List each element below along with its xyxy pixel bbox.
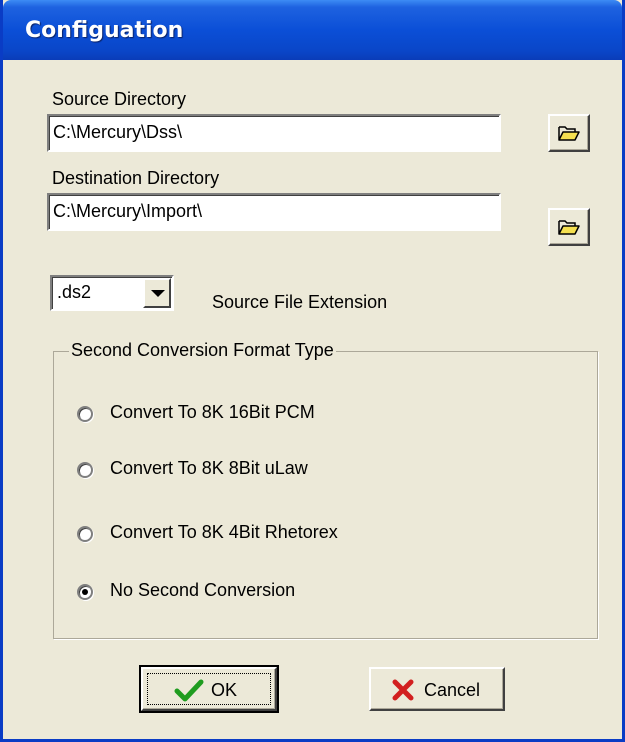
radio-8bit-ulaw[interactable] [77, 462, 93, 478]
extension-selected-value: .ds2 [57, 282, 92, 302]
green-checkmark-icon [174, 679, 204, 702]
radio-16bit-pcm[interactable] [77, 406, 93, 422]
source-directory-input[interactable]: C:\Mercury\Dss\ [47, 114, 501, 152]
ok-button-label: OK [211, 680, 238, 700]
chevron-down-icon[interactable] [143, 278, 171, 308]
radio-label-no-second-conversion[interactable]: No Second Conversion [110, 580, 295, 601]
source-browse-button[interactable] [548, 114, 590, 152]
destination-browse-button[interactable] [548, 208, 590, 246]
open-folder-icon [558, 126, 580, 141]
extension-dropdown[interactable]: .ds2 [50, 275, 174, 311]
title-bar[interactable]: Configuation [3, 0, 622, 60]
destination-directory-label: Destination Directory [52, 168, 220, 188]
ok-button[interactable]: OK [139, 665, 279, 713]
conversion-format-group-label: Second Conversion Format Type [69, 340, 336, 361]
radio-4bit-rhetorex[interactable] [77, 526, 93, 542]
window-title: Configuation [25, 18, 184, 43]
focus-rectangle [147, 673, 271, 705]
red-x-icon [392, 679, 414, 701]
source-directory-label: Source Directory [52, 89, 187, 109]
configuration-dialog: Configuation Source Directory C:\Mercury… [0, 0, 625, 742]
radio-label-16bit-pcm[interactable]: Convert To 8K 16Bit PCM [110, 402, 315, 423]
source-file-extension-label: Source File Extension [212, 292, 388, 312]
radio-label-8bit-ulaw[interactable]: Convert To 8K 8Bit uLaw [110, 458, 308, 479]
radio-no-second-conversion[interactable] [77, 584, 93, 600]
radio-label-4bit-rhetorex[interactable]: Convert To 8K 4Bit Rhetorex [110, 522, 338, 543]
open-folder-icon [558, 220, 580, 235]
cancel-button[interactable]: Cancel [369, 667, 505, 711]
cancel-button-label: Cancel [424, 680, 481, 700]
destination-directory-input[interactable]: C:\Mercury\Import\ [47, 193, 501, 231]
